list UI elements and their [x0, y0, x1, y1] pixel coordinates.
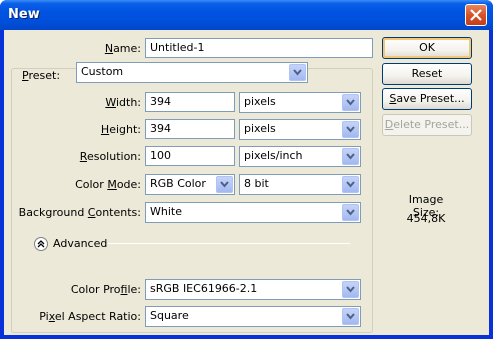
width-unit-value: pixels [244, 95, 276, 108]
color-mode-value: RGB Color [150, 177, 206, 190]
close-button[interactable] [465, 4, 487, 26]
width-label: Width: [105, 96, 141, 109]
color-mode-dropdown-button[interactable] [216, 176, 233, 193]
advanced-label: Advanced [53, 237, 108, 250]
color-mode-select[interactable]: RGB Color [145, 174, 235, 195]
background-contents-select[interactable]: White [145, 202, 361, 223]
ok-button[interactable]: OK [382, 37, 472, 59]
bit-depth-select[interactable]: 8 bit [239, 174, 361, 195]
width-input[interactable]: 394 [145, 92, 235, 112]
chevron-down-icon [346, 153, 355, 160]
chevron-down-icon [220, 181, 229, 188]
pixel-aspect-ratio-value: Square [150, 309, 189, 322]
window-title: New [8, 7, 40, 22]
width-unit-dropdown-button[interactable] [342, 94, 359, 111]
chevron-down-icon [346, 313, 355, 320]
resolution-unit-select[interactable]: pixels/inch [239, 146, 361, 167]
background-contents-dropdown-button[interactable] [342, 204, 359, 221]
save-preset-button[interactable]: Save Preset... [382, 88, 472, 110]
preset-value: Custom [81, 65, 124, 78]
height-unit-dropdown-button[interactable] [342, 121, 359, 138]
chevron-down-icon [293, 69, 302, 76]
name-label: Name: [104, 42, 141, 55]
color-profile-select[interactable]: sRGB IEC61966-2.1 [145, 279, 361, 300]
double-chevron-up-icon [37, 240, 45, 248]
pixel-aspect-ratio-dropdown-button[interactable] [342, 308, 359, 325]
chevron-down-icon [346, 209, 355, 216]
height-input[interactable]: 394 [145, 119, 235, 139]
chevron-down-icon [346, 99, 355, 106]
reset-button[interactable]: Reset [382, 63, 472, 85]
pixel-aspect-ratio-select[interactable]: Square [145, 306, 361, 327]
color-profile-dropdown-button[interactable] [342, 281, 359, 298]
color-profile-label: Color Profile: [70, 283, 141, 296]
pixel-aspect-ratio-label: Pixel Aspect Ratio: [39, 310, 141, 323]
advanced-toggle-button[interactable] [34, 237, 48, 251]
preset-label: Preset: [19, 69, 69, 82]
chevron-down-icon [346, 181, 355, 188]
resolution-unit-value: pixels/inch [244, 149, 303, 162]
background-contents-label: Background Contents: [18, 206, 141, 219]
resolution-unit-dropdown-button[interactable] [342, 148, 359, 165]
preset-dropdown-button[interactable] [289, 64, 306, 81]
height-label: Height: [100, 123, 141, 136]
chevron-down-icon [346, 286, 355, 293]
bit-depth-value: 8 bit [244, 177, 269, 190]
color-profile-value: sRGB IEC61966-2.1 [150, 282, 258, 295]
new-document-dialog: New Name: Untitled-1 Preset: Custom Widt… [0, 0, 493, 339]
height-unit-value: pixels [244, 122, 276, 135]
background-contents-value: White [150, 205, 182, 218]
resolution-input[interactable]: 100 [145, 146, 235, 166]
color-mode-label: Color Mode: [75, 178, 141, 191]
advanced-divider [108, 243, 350, 244]
bit-depth-dropdown-button[interactable] [342, 176, 359, 193]
delete-preset-button[interactable]: Delete Preset... [382, 114, 472, 136]
width-unit-select[interactable]: pixels [239, 92, 361, 113]
title-bar[interactable]: New [0, 0, 493, 30]
dialog-body: Name: Untitled-1 Preset: Custom Width: 3… [4, 30, 489, 335]
name-input[interactable]: Untitled-1 [145, 38, 373, 58]
height-unit-select[interactable]: pixels [239, 119, 361, 140]
chevron-down-icon [346, 126, 355, 133]
image-size-value: 454,8K [406, 212, 446, 225]
preset-select[interactable]: Custom [76, 62, 308, 83]
close-icon [470, 9, 482, 21]
resolution-label: Resolution: [79, 150, 141, 163]
